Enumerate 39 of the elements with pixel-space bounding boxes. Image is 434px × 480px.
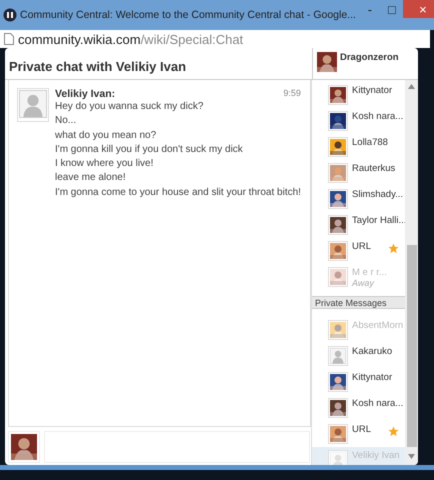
window-title: Community Central: Welcome to the Community Central chat - Google...: [20, 8, 356, 22]
url-text: community.wikia.com/wiki/Special:Chat: [18, 32, 244, 46]
close-button[interactable]: ×: [402, 0, 434, 18]
star-icon: [388, 426, 399, 437]
message-text: I'm gonna kill you if you don't suck my dick: [55, 142, 244, 157]
user-list-item[interactable]: Slimshady...: [312, 186, 405, 212]
message-author: Velikiy Ivan:: [55, 88, 116, 100]
user-list-item[interactable]: Kosh nara...: [312, 108, 405, 134]
user-list-item[interactable]: URL: [312, 238, 405, 264]
message-input[interactable]: [44, 431, 310, 463]
message-text: I'm gonna come to your house and slit your throat bitch!: [55, 186, 301, 200]
user-list-item[interactable]: Kittynator: [312, 369, 405, 395]
minimize-button[interactable]: -: [358, 0, 381, 18]
message-text: I know where you live!: [55, 157, 154, 172]
user-list-item[interactable]: URL: [312, 421, 405, 447]
user-list-item[interactable]: Kittynator: [312, 82, 405, 108]
scroll-up-icon[interactable]: [408, 84, 415, 89]
maximize-button[interactable]: □: [380, 0, 403, 18]
page-icon: [4, 33, 14, 45]
section-header: Private Messages: [312, 296, 405, 309]
message-text: what do you mean no?: [55, 128, 158, 143]
user-list-item[interactable]: Taylor Halli...: [312, 212, 405, 238]
message-text: leave me alone!: [55, 171, 127, 186]
default-avatar-icon: [19, 90, 47, 118]
message-text: No...: [55, 114, 78, 128]
user-list-item[interactable]: Rauterkus: [312, 160, 405, 186]
message-text: Hey do you wanna suck my dick?: [55, 100, 204, 114]
user-name: Dragonzeron: [340, 52, 399, 65]
star-icon: [388, 243, 399, 254]
message-time: 9:59: [283, 88, 301, 100]
chat-title: Private chat with Velikiy Ivan: [8, 58, 188, 76]
address-bar[interactable]: community.wikia.com/wiki/Special:Chat: [0, 30, 430, 48]
user-list-item[interactable]: Kosh nara...: [312, 395, 405, 421]
user-list-item[interactable]: Lolla788: [312, 134, 405, 160]
browser-icon: [3, 8, 17, 22]
scroll-down-icon[interactable]: [408, 454, 415, 459]
user-list-item[interactable]: Kakaruko: [312, 343, 405, 369]
default-avatar-icon: [330, 348, 346, 364]
status-text: Away: [352, 278, 376, 288]
